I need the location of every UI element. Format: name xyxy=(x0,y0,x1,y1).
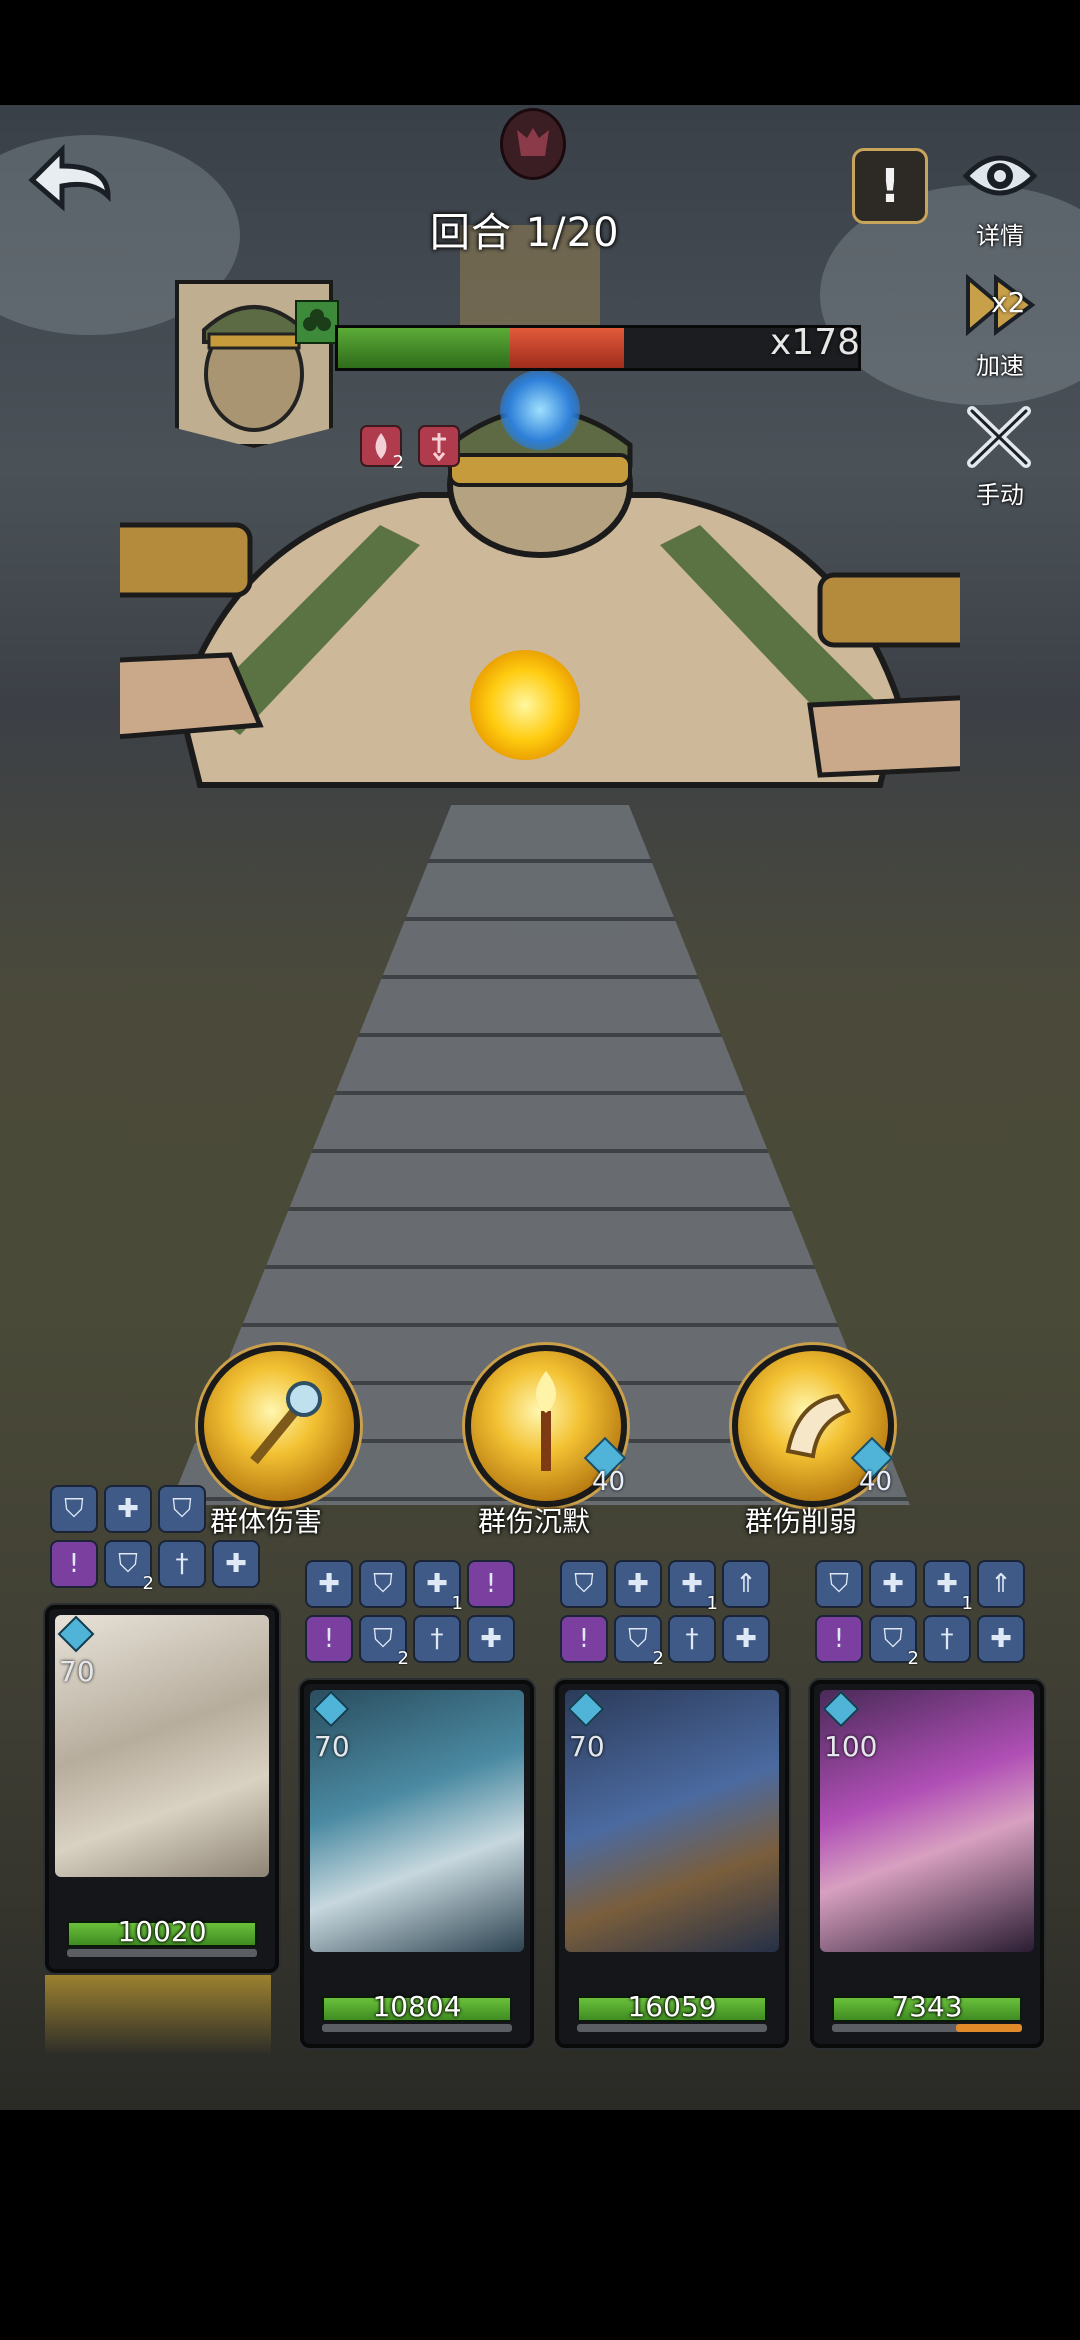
hero-hp-value: 10020 xyxy=(117,1915,207,1948)
boss-emblem-icon xyxy=(500,108,566,180)
status-stack-count: 1 xyxy=(706,1593,718,1614)
alert-button[interactable]: ! xyxy=(852,148,928,224)
back-button[interactable] xyxy=(22,140,118,224)
hero-card[interactable]: 70 16059 xyxy=(555,1680,789,2048)
skill-aoe-damage[interactable] xyxy=(198,1345,360,1507)
hero-card[interactable]: 100 7343 xyxy=(810,1680,1044,2048)
hero-energy-bar xyxy=(832,2024,1022,2032)
speed-button[interactable]: x2 加速 xyxy=(955,270,1045,381)
shield-icon: ⛉ 2 xyxy=(869,1615,919,1669)
status-stack-count: 1 xyxy=(451,1593,463,1614)
blue-orb-effect xyxy=(500,370,580,450)
hero-energy-bar xyxy=(322,2024,512,2032)
shield-icon: ⛉ xyxy=(815,1560,863,1608)
hero-energy-value: 70 xyxy=(59,1655,95,1688)
skill-label: 群伤沉默 xyxy=(478,1505,591,1538)
shield-plus-icon: ✚ 1 xyxy=(923,1560,973,1614)
status-stack-count: 2 xyxy=(652,1648,664,1669)
hero-hp-value: 16059 xyxy=(627,1990,717,2023)
hero-energy-bar xyxy=(67,1949,257,1957)
hero-energy-value: 70 xyxy=(569,1730,605,1763)
shield-plus-icon: ✚ xyxy=(977,1615,1025,1663)
shield-icon: ⛉ 2 xyxy=(614,1615,664,1669)
shield-icon: ⛉ 2 xyxy=(104,1540,154,1594)
shield-plus-icon: ✚ 1 xyxy=(413,1560,463,1614)
hero-energy-value: 100 xyxy=(824,1730,878,1763)
status-stack-count: 2 xyxy=(397,1648,409,1669)
alert-icon: ! xyxy=(815,1615,863,1663)
shield-plus-icon: ✚ xyxy=(722,1615,770,1663)
details-button[interactable]: 详情 xyxy=(955,140,1045,251)
speed-badge: x2 xyxy=(991,286,1026,319)
skill-cost: 40 xyxy=(859,1467,893,1497)
hero-card[interactable]: 70 10804 xyxy=(300,1680,534,2048)
hero-energy-bar xyxy=(577,2024,767,2032)
blood-drop-icon: 2 xyxy=(360,425,404,473)
manual-button[interactable]: 手动 xyxy=(955,405,1045,510)
status-stack-count: 2 xyxy=(907,1648,919,1669)
buff-count: 2 xyxy=(392,452,404,473)
arrow-up-icon: ⇑ xyxy=(977,1560,1025,1608)
sword-icon: † xyxy=(413,1615,461,1663)
shield-icon: ⛉ xyxy=(158,1485,206,1533)
crossed-swords-icon xyxy=(967,406,1031,468)
alert-icon: ! xyxy=(50,1540,98,1588)
shield-plus-icon: ✚ xyxy=(212,1540,260,1588)
speed-label: 加速 xyxy=(976,352,1024,380)
mace-icon xyxy=(250,1381,322,1465)
shield-icon: ⛉ 2 xyxy=(359,1615,409,1669)
hero-card[interactable]: 70 10020 xyxy=(45,1605,279,1973)
sword-icon: † xyxy=(668,1615,716,1663)
manual-label: 手动 xyxy=(976,481,1024,509)
round-counter: 回合 1/20 xyxy=(430,210,620,256)
shield-plus-icon: ✚ xyxy=(869,1560,917,1608)
bottom-bar xyxy=(0,2110,1080,2340)
shield-plus-icon: ✚ xyxy=(305,1560,353,1608)
shield-plus-icon: ✚ xyxy=(614,1560,662,1608)
hero-hp-value: 7343 xyxy=(891,1990,963,2023)
shield-icon: ⛉ xyxy=(359,1560,407,1608)
alert-icon: ! xyxy=(305,1615,353,1663)
details-label: 详情 xyxy=(976,222,1024,250)
sword-icon: † xyxy=(923,1615,971,1663)
arrow-up-icon: ⇑ xyxy=(722,1560,770,1608)
sword-down-icon xyxy=(418,425,460,467)
back-arrow-icon xyxy=(28,143,111,212)
status-stack-count: 1 xyxy=(961,1593,973,1614)
sword-icon: † xyxy=(158,1540,206,1588)
status-stack-count: 2 xyxy=(142,1573,154,1594)
top-bar xyxy=(0,0,1080,105)
hero-energy-value: 70 xyxy=(314,1730,350,1763)
exclamation-icon: ! xyxy=(879,159,901,213)
boss-hp-multiplier: x178 xyxy=(770,322,861,363)
boss-weak-point-target[interactable] xyxy=(470,650,580,760)
shield-icon: ⛉ xyxy=(560,1560,608,1608)
skill-label: 群伤削弱 xyxy=(745,1505,858,1538)
alert-icon: ! xyxy=(467,1560,515,1608)
clover-class-icon xyxy=(295,300,339,344)
eye-icon xyxy=(962,155,1038,196)
shield-plus-icon: ✚ xyxy=(104,1485,152,1533)
skill-cost: 40 xyxy=(592,1467,626,1497)
shield-icon: ⛉ xyxy=(50,1485,98,1533)
alert-icon: ! xyxy=(560,1615,608,1663)
hero-hp-value: 10804 xyxy=(372,1990,462,2023)
active-hero-glow xyxy=(45,1975,271,2055)
skill-label: 群体伤害 xyxy=(210,1505,323,1538)
shield-plus-icon: ✚ xyxy=(467,1615,515,1663)
shield-plus-icon: ✚ 1 xyxy=(668,1560,718,1614)
